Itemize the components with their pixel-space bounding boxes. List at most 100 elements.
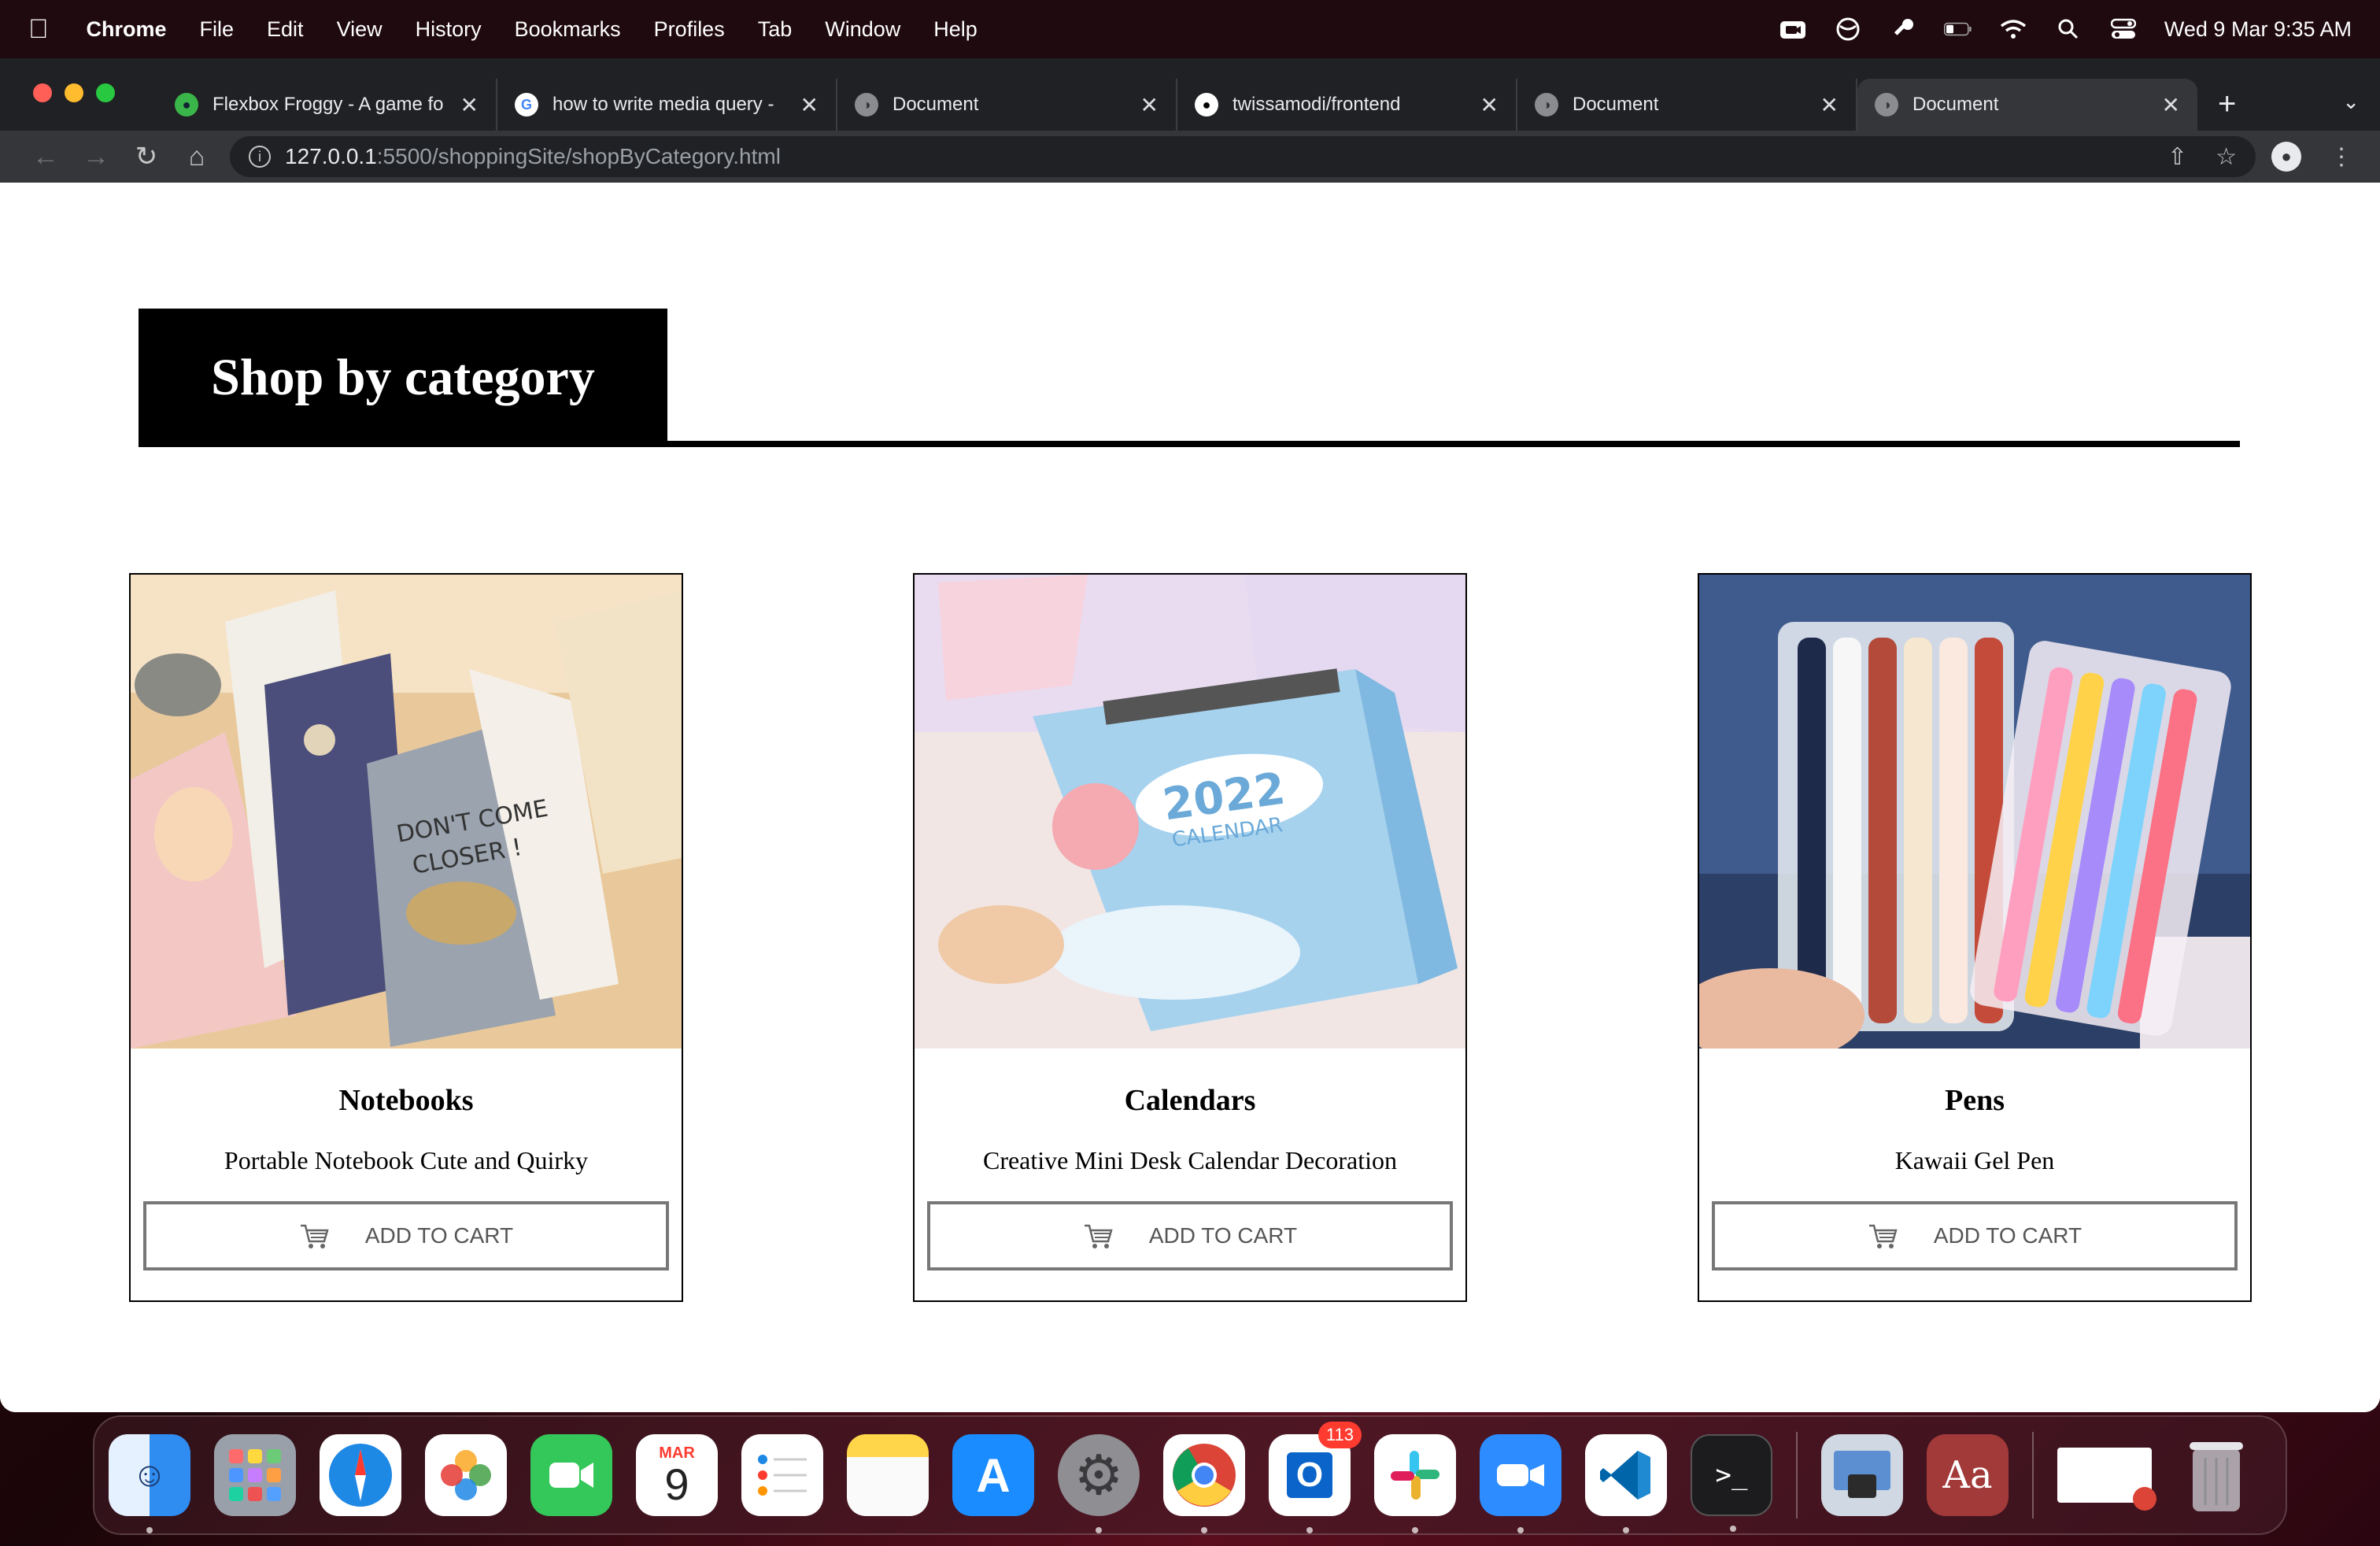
vpn-globe-icon[interactable] xyxy=(1834,17,1862,41)
tab-title: twissamodi/frontend xyxy=(1232,94,1401,115)
launchpad-icon[interactable] xyxy=(214,1434,296,1516)
spotlight-search-icon[interactable] xyxy=(2054,17,2082,41)
notebooks-image: DON'T COME CLOSER ! xyxy=(131,575,682,1049)
menu-bookmarks[interactable]: Bookmarks xyxy=(515,17,621,42)
safari-icon[interactable] xyxy=(320,1434,401,1516)
facetime-icon[interactable] xyxy=(530,1434,612,1516)
wifi-icon[interactable] xyxy=(1999,17,2027,41)
window-controls xyxy=(33,83,115,102)
menu-profiles[interactable]: Profiles xyxy=(654,17,725,42)
close-tab-icon[interactable]: ✕ xyxy=(800,92,819,118)
terminal-icon[interactable]: >_ xyxy=(1691,1434,1772,1532)
preview-icon[interactable] xyxy=(1821,1434,1903,1516)
more-menu-icon[interactable]: ⋮ xyxy=(2330,143,2353,171)
screen-record-icon[interactable] xyxy=(1779,17,1807,41)
url-path: :5500/shoppingSite/shopByCategory.html xyxy=(376,144,781,168)
key-icon[interactable] xyxy=(1889,17,1917,41)
app-store-icon[interactable]: A xyxy=(952,1434,1034,1516)
menu-bar:  Chrome File Edit View History Bookmark… xyxy=(0,0,2380,58)
menu-help[interactable]: Help xyxy=(933,17,978,42)
zoom-window-button[interactable] xyxy=(96,83,115,102)
product-description: Portable Notebook Cute and Quirky xyxy=(224,1146,589,1174)
tab-document-active[interactable]: ◑ Document ✕ xyxy=(1857,79,2197,131)
tab-title: how to write media query - xyxy=(552,94,774,115)
battery-icon[interactable] xyxy=(1943,17,1972,41)
menu-history[interactable]: History xyxy=(416,17,482,42)
product-card-calendars: 2022 CALENDAR Calendars Creative Mini De… xyxy=(913,573,1467,1302)
dock: ☺ MAR 9 A ⚙ O 113 >_ Aa xyxy=(93,1415,2287,1535)
dictionary-label: Aa xyxy=(1942,1453,1993,1497)
menu-tab[interactable]: Tab xyxy=(758,17,793,42)
menu-edit[interactable]: Edit xyxy=(267,17,304,42)
address-bar[interactable]: i 127.0.0.1:5500/shoppingSite/shopByCate… xyxy=(230,136,2256,177)
photos-icon[interactable] xyxy=(425,1434,507,1516)
forward-arrow-icon[interactable]: → xyxy=(71,142,121,172)
outlook-badge: 113 xyxy=(1318,1422,1362,1448)
add-to-cart-label: ADD TO CART xyxy=(1933,1223,2082,1248)
tab-document-1[interactable]: ◑ Document ✕ xyxy=(837,79,1177,131)
apple-menu-icon[interactable]:  xyxy=(28,14,49,45)
outlook-icon[interactable]: O 113 xyxy=(1269,1422,1362,1533)
close-tab-icon[interactable]: ✕ xyxy=(1140,92,1159,118)
reminders-icon[interactable] xyxy=(741,1434,823,1516)
product-description: Kawaii Gel Pen xyxy=(1894,1146,2055,1174)
chrome-icon[interactable] xyxy=(1163,1434,1245,1533)
system-preferences-icon[interactable]: ⚙ xyxy=(1058,1434,1140,1533)
bookmark-star-icon[interactable]: ☆ xyxy=(2216,143,2237,171)
profile-avatar-icon[interactable]: ● xyxy=(2271,142,2301,172)
reload-icon[interactable]: ↻ xyxy=(121,141,172,172)
add-to-cart-label: ADD TO CART xyxy=(1148,1223,1298,1248)
minimize-window-button[interactable] xyxy=(65,83,83,102)
tab-search-chevron-icon[interactable]: ⌄ xyxy=(2342,90,2360,114)
chrome-window-thumbnail[interactable] xyxy=(2057,1448,2156,1511)
slack-icon[interactable] xyxy=(1374,1434,1456,1533)
zoom-icon[interactable] xyxy=(1480,1434,1561,1533)
close-tab-icon[interactable]: ✕ xyxy=(1480,92,1499,118)
close-tab-icon[interactable]: ✕ xyxy=(1820,92,1839,118)
product-name: Pens xyxy=(1945,1084,2005,1117)
dock-separator xyxy=(2032,1432,2034,1518)
calendar-icon[interactable]: MAR 9 xyxy=(636,1434,718,1516)
menu-view[interactable]: View xyxy=(337,17,382,42)
menu-app-name[interactable]: Chrome xyxy=(87,17,167,42)
finder-icon[interactable]: ☺ xyxy=(109,1434,190,1533)
menu-window[interactable]: Window xyxy=(825,17,900,42)
product-description: Creative Mini Desk Calendar Decoration xyxy=(982,1146,1398,1174)
github-icon: ● xyxy=(1195,93,1218,117)
close-tab-icon[interactable]: ✕ xyxy=(2162,92,2180,118)
site-info-icon[interactable]: i xyxy=(249,146,271,168)
status-area: Wed 9 Mar 9:35 AM xyxy=(1779,17,2352,42)
tab-title: Document xyxy=(1913,94,1999,115)
globe-icon: ◑ xyxy=(1875,93,1898,117)
notes-icon[interactable] xyxy=(847,1434,929,1516)
share-icon[interactable]: ⇧ xyxy=(2168,143,2187,171)
url-host: 127.0.0.1 xyxy=(285,144,377,168)
tab-media-query-search[interactable]: G how to write media query - ✕ xyxy=(497,79,837,131)
google-icon: G xyxy=(515,93,538,117)
control-center-icon[interactable] xyxy=(2109,17,2138,41)
tab-github[interactable]: ● twissamodi/frontend ✕ xyxy=(1177,79,1517,131)
trash-icon[interactable] xyxy=(2175,1434,2257,1516)
home-icon[interactable]: ⌂ xyxy=(172,142,222,172)
new-tab-button[interactable]: + xyxy=(2218,87,2236,122)
tab-flexbox-froggy[interactable]: ● Flexbox Froggy - A game fo ✕ xyxy=(157,79,497,131)
cart-icon xyxy=(1084,1224,1113,1248)
tab-title: Document xyxy=(1572,94,1659,115)
page-content: Shop by category DON'T COME CLOSER ! Not… xyxy=(0,183,2380,1412)
back-arrow-icon[interactable]: ← xyxy=(20,142,71,172)
dictionary-icon[interactable]: Aa xyxy=(1927,1434,2009,1516)
tab-list: ● Flexbox Froggy - A game fo ✕ G how to … xyxy=(157,79,2197,131)
vscode-icon[interactable] xyxy=(1585,1434,1667,1533)
close-window-button[interactable] xyxy=(33,83,52,102)
add-to-cart-button[interactable]: ADD TO CART xyxy=(927,1201,1453,1270)
add-to-cart-label: ADD TO CART xyxy=(364,1223,514,1248)
close-tab-icon[interactable]: ✕ xyxy=(460,92,479,118)
globe-icon: ◑ xyxy=(1535,93,1558,117)
add-to-cart-button[interactable]: ADD TO CART xyxy=(1712,1201,2238,1270)
clock[interactable]: Wed 9 Mar 9:35 AM xyxy=(2164,17,2352,42)
tab-document-2[interactable]: ◑ Document ✕ xyxy=(1517,79,1857,131)
add-to-cart-button[interactable]: ADD TO CART xyxy=(143,1201,669,1270)
menu-file[interactable]: File xyxy=(200,17,235,42)
cart-icon xyxy=(300,1224,329,1248)
product-name: Notebooks xyxy=(338,1084,474,1117)
